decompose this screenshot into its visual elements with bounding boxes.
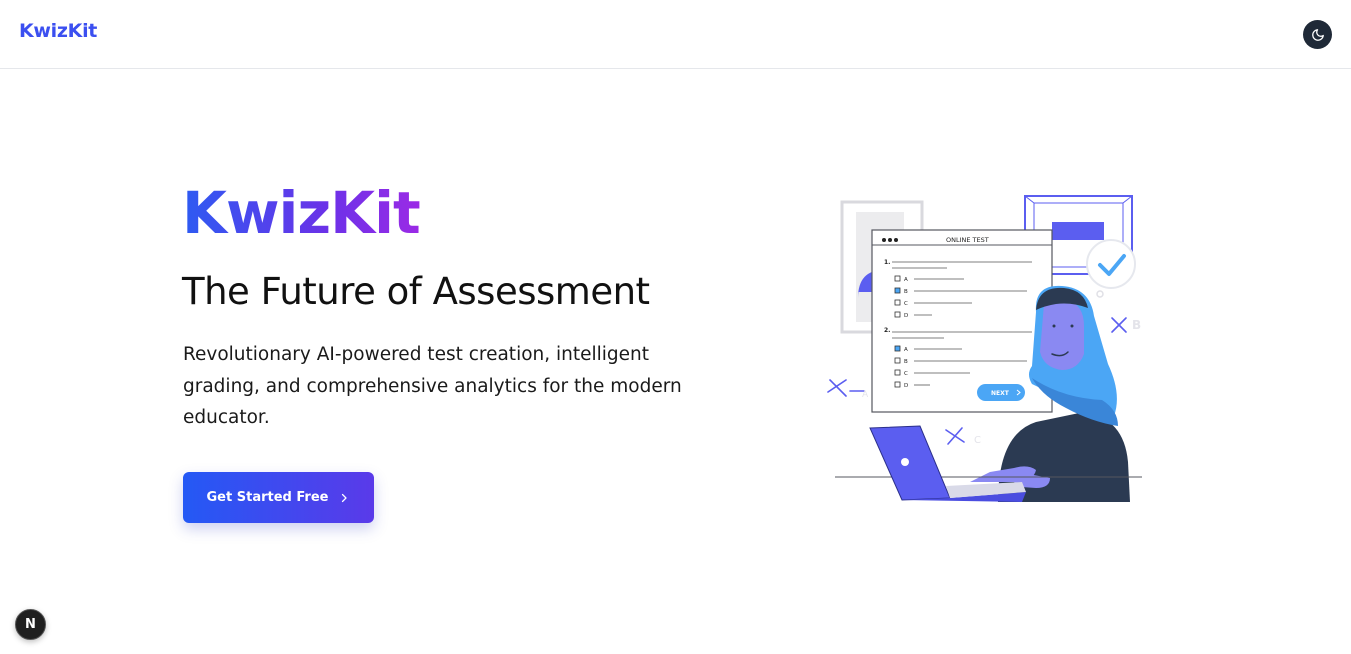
q1-option-d: D (904, 313, 908, 319)
q1-number: 1. (884, 259, 890, 266)
hero-description: Revolutionary AI-powered test creation, … (183, 344, 682, 428)
test-window: ONLINE TEST 1. A B C D 2. A B C D NEXT (871, 229, 1053, 413)
theme-toggle-button[interactable] (1303, 20, 1332, 49)
chevron-right-icon (342, 493, 348, 502)
q1-option-c: C (904, 301, 908, 307)
online-test-illustration: ONLINE TEST 1. A B C D 2. A B C D NEXT B… (827, 195, 1142, 502)
top-navbar: KwizKit (0, 0, 1351, 69)
next-button-label: NEXT (991, 390, 1010, 397)
q1-option-b: B (904, 289, 908, 295)
moon-icon (1311, 28, 1324, 41)
hero-subtitle: The Future of Assessment (182, 270, 650, 313)
floating-letter-a: A (862, 390, 869, 400)
window-title: ONLINE TEST (946, 236, 989, 244)
check-bubble (1086, 239, 1136, 298)
q2-option-b: B (904, 359, 908, 365)
floating-letter-b: B (1132, 318, 1141, 332)
floating-letter-c: C (974, 435, 981, 446)
q2-option-c: C (904, 371, 908, 377)
dev-indicator-badge[interactable]: N (15, 609, 46, 640)
q2-option-a: A (904, 347, 908, 353)
q2-option-d: D (904, 383, 908, 389)
hero-title: KwizKit (182, 176, 421, 250)
get-started-label: Get Started Free (206, 490, 329, 505)
q2-number: 2. (884, 327, 890, 334)
get-started-button[interactable]: Get Started Free (183, 472, 374, 523)
brand-logo-link[interactable]: KwizKit (19, 20, 97, 42)
q1-option-a: A (904, 277, 908, 283)
